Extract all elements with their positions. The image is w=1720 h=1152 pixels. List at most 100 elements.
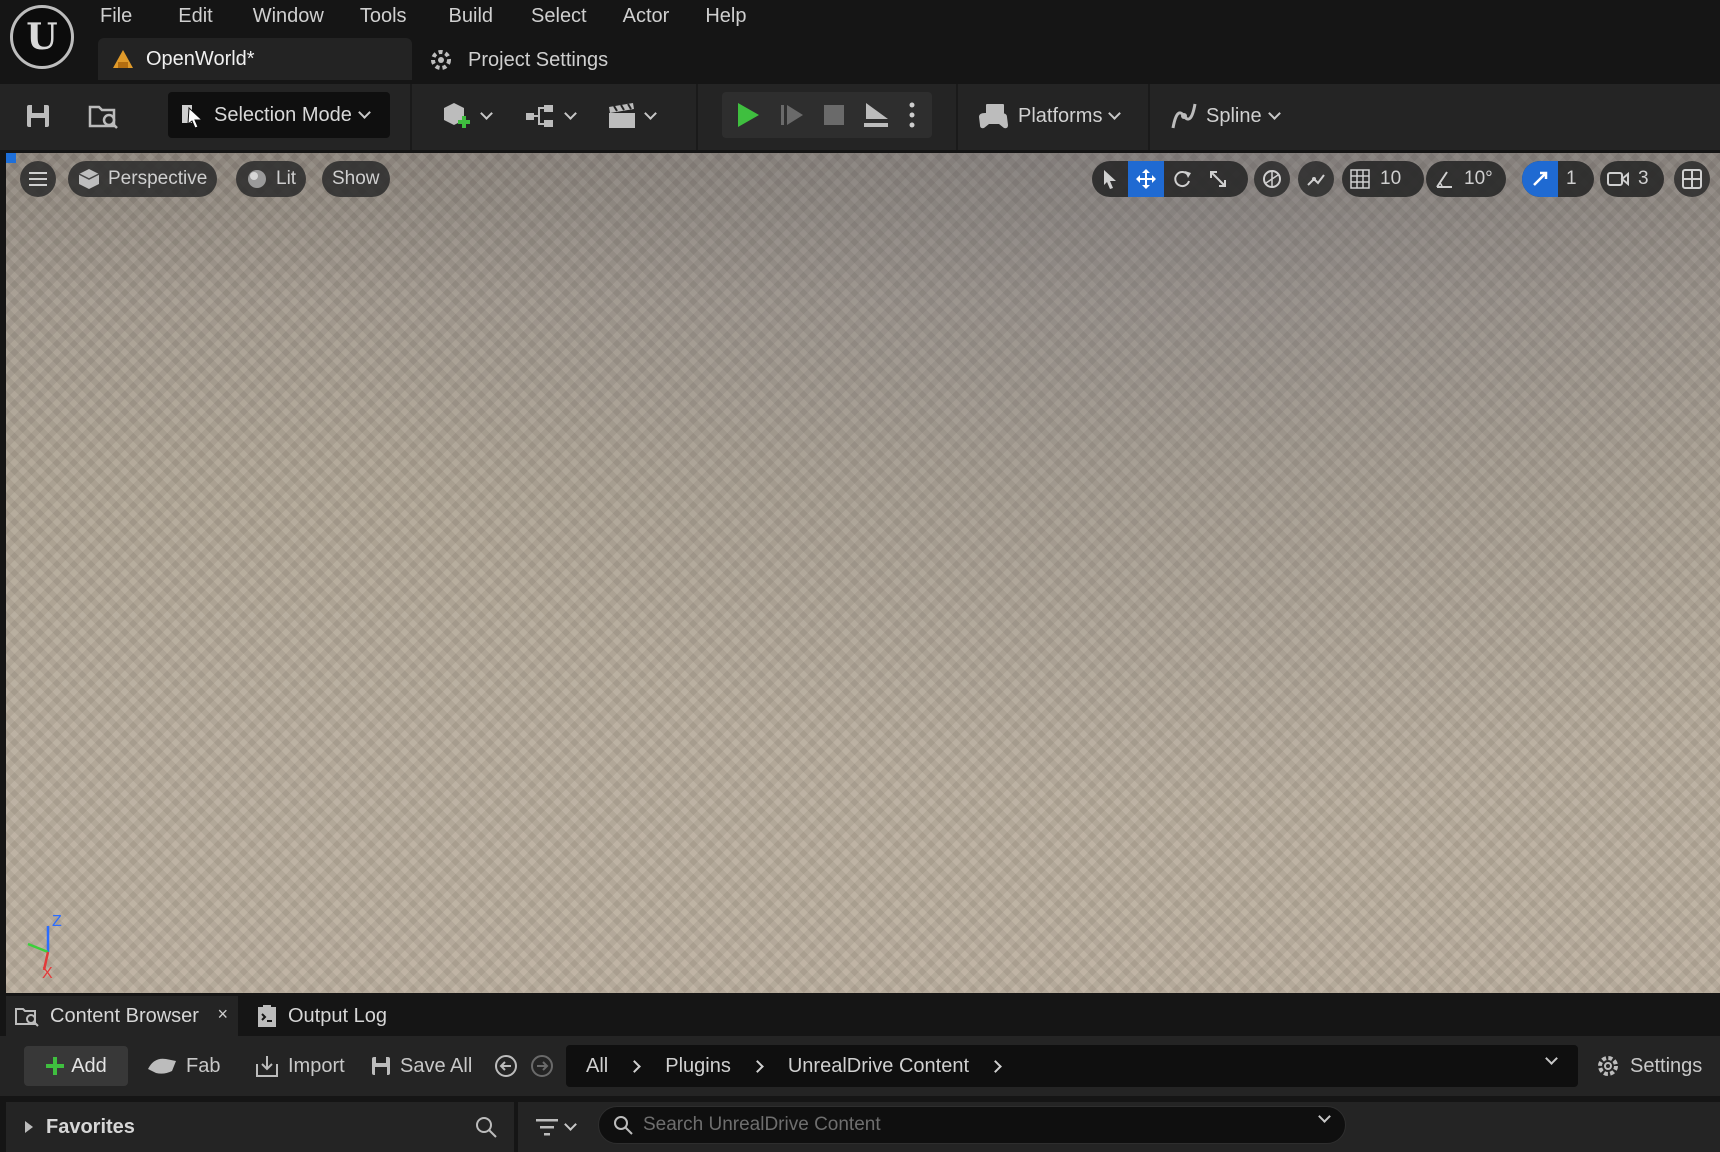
scale-tool-button[interactable] xyxy=(1200,161,1236,197)
fab-button[interactable]: Fab xyxy=(146,1046,220,1086)
lit-label: Lit xyxy=(276,168,297,189)
tab-project-settings[interactable]: Project Settings xyxy=(420,42,608,78)
close-icon[interactable]: × xyxy=(217,1004,228,1025)
play-button[interactable] xyxy=(726,93,770,137)
history-forward-button[interactable] xyxy=(530,1046,554,1086)
menu-edit[interactable]: Edit xyxy=(178,0,212,34)
viewport-options-button[interactable] xyxy=(20,161,56,197)
perspective-dropdown[interactable]: Perspective xyxy=(68,161,218,197)
camera-speed-toggle[interactable] xyxy=(1600,161,1636,197)
translate-tool-button[interactable] xyxy=(1128,161,1164,197)
transform-tools xyxy=(1092,161,1248,197)
menu-help[interactable]: Help xyxy=(705,0,746,34)
select-tool-button[interactable] xyxy=(1092,161,1128,197)
camera-icon xyxy=(1607,171,1629,187)
layout-grid-icon xyxy=(1682,169,1702,189)
rotate-tool-button[interactable] xyxy=(1164,161,1200,197)
menu-build[interactable]: Build xyxy=(449,0,493,34)
menu-select[interactable]: Select xyxy=(531,0,587,34)
add-button[interactable]: Add xyxy=(24,1046,128,1086)
viewport-active-marker xyxy=(6,153,16,163)
breadcrumb-plugins[interactable]: Plugins xyxy=(665,1055,731,1078)
menu-file[interactable]: File xyxy=(100,0,132,34)
view-mode-dropdown[interactable]: Lit xyxy=(236,161,307,197)
tab-level-openworld[interactable]: OpenWorld* xyxy=(98,38,412,80)
stop-button[interactable] xyxy=(812,93,856,137)
chevron-right-icon[interactable] xyxy=(989,1059,1002,1073)
stop-icon xyxy=(824,105,844,125)
blueprint-dropdown[interactable] xyxy=(524,94,577,138)
filter-dropdown[interactable] xyxy=(536,1112,577,1142)
add-actor-dropdown[interactable] xyxy=(440,94,493,138)
search-input[interactable] xyxy=(643,1114,1283,1136)
save-all-button[interactable]: Save All xyxy=(370,1046,472,1086)
coordinate-space-icon xyxy=(1263,170,1281,188)
tab-content-browser[interactable]: Content Browser × xyxy=(6,996,238,1036)
favorites-section[interactable]: Favorites xyxy=(6,1102,514,1152)
camera-speed-value: 3 xyxy=(1638,168,1649,189)
path-history-dropdown-icon[interactable] xyxy=(1545,1052,1558,1065)
rotation-snap-value: 10° xyxy=(1464,168,1493,189)
search-icon[interactable] xyxy=(474,1115,498,1139)
menu-window[interactable]: Window xyxy=(253,0,324,34)
world-local-toggle[interactable] xyxy=(1254,161,1290,197)
breadcrumb-all[interactable]: All xyxy=(586,1055,608,1078)
viewport-layout-button[interactable] xyxy=(1674,161,1710,197)
grid-snap-toggle[interactable] xyxy=(1342,161,1378,197)
history-back-button[interactable] xyxy=(494,1046,518,1086)
asset-search-box[interactable] xyxy=(598,1106,1346,1144)
chevron-down-icon xyxy=(1267,107,1281,120)
breadcrumb-unrealdrive-content[interactable]: UnrealDrive Content xyxy=(788,1055,969,1078)
cinematics-dropdown[interactable] xyxy=(606,94,657,138)
more-vertical-icon xyxy=(909,102,915,128)
pointer-icon xyxy=(1104,170,1116,189)
save-button[interactable] xyxy=(16,94,60,138)
toolbar-divider xyxy=(696,84,698,150)
camera-speed-control[interactable]: 3 xyxy=(1600,161,1664,197)
grid-icon xyxy=(1350,169,1370,189)
step-forward-icon xyxy=(781,105,803,125)
back-arrow-icon xyxy=(495,1055,517,1077)
plus-icon xyxy=(46,1057,65,1075)
level-viewport[interactable]: Perspective Lit Show 10 10° 1 3 Z X xyxy=(6,153,1720,993)
selection-mode-label: Selection Mode xyxy=(214,103,352,126)
rotation-snap-toggle[interactable] xyxy=(1426,161,1462,197)
rotation-snap-control[interactable]: 10° xyxy=(1426,161,1506,197)
show-dropdown[interactable]: Show xyxy=(322,161,390,197)
axis-z-label: Z xyxy=(52,913,62,930)
level-icon xyxy=(113,50,133,68)
chevron-right-icon[interactable] xyxy=(750,1059,764,1073)
play-options-button[interactable] xyxy=(890,93,934,137)
favorites-label: Favorites xyxy=(46,1115,135,1138)
surface-snap-button[interactable] xyxy=(1298,161,1334,197)
chevron-right-icon[interactable] xyxy=(628,1059,642,1073)
lit-sphere-icon xyxy=(248,170,266,188)
import-button[interactable]: Import xyxy=(254,1046,345,1086)
settings-gear-icon xyxy=(431,50,451,70)
search-history-dropdown-icon[interactable] xyxy=(1318,1110,1331,1123)
content-browser-icon xyxy=(15,1008,39,1027)
eject-icon xyxy=(864,103,888,127)
toolbar-divider xyxy=(410,84,412,150)
play-icon xyxy=(738,103,759,127)
title-bar: U File Edit Window Tools Build Select Ac… xyxy=(0,0,1720,84)
advance-frame-button[interactable] xyxy=(770,93,814,137)
scale-snap-control[interactable]: 1 xyxy=(1522,161,1594,197)
platforms-dropdown[interactable]: Platforms xyxy=(976,94,1122,138)
clapperboard-icon xyxy=(609,103,635,128)
content-browser-button[interactable] xyxy=(82,94,126,138)
menu-tools[interactable]: Tools xyxy=(360,0,407,34)
settings-label: Settings xyxy=(1630,1054,1703,1077)
selection-mode-dropdown[interactable]: Selection Mode xyxy=(168,92,390,138)
scale-snap-toggle[interactable] xyxy=(1522,161,1558,197)
content-browser-body: Favorites xyxy=(0,1096,1720,1152)
chevron-down-icon xyxy=(358,106,371,119)
unreal-logo-icon[interactable]: U xyxy=(10,5,74,69)
tab-output-log[interactable]: Output Log xyxy=(256,996,387,1036)
show-label: Show xyxy=(332,168,380,189)
grid-snap-control[interactable]: 10 xyxy=(1342,161,1424,197)
filter-icon xyxy=(536,1119,558,1136)
menu-actor[interactable]: Actor xyxy=(623,0,670,34)
spline-dropdown[interactable]: Spline xyxy=(1170,94,1281,138)
settings-button[interactable]: Settings xyxy=(1596,1046,1702,1086)
